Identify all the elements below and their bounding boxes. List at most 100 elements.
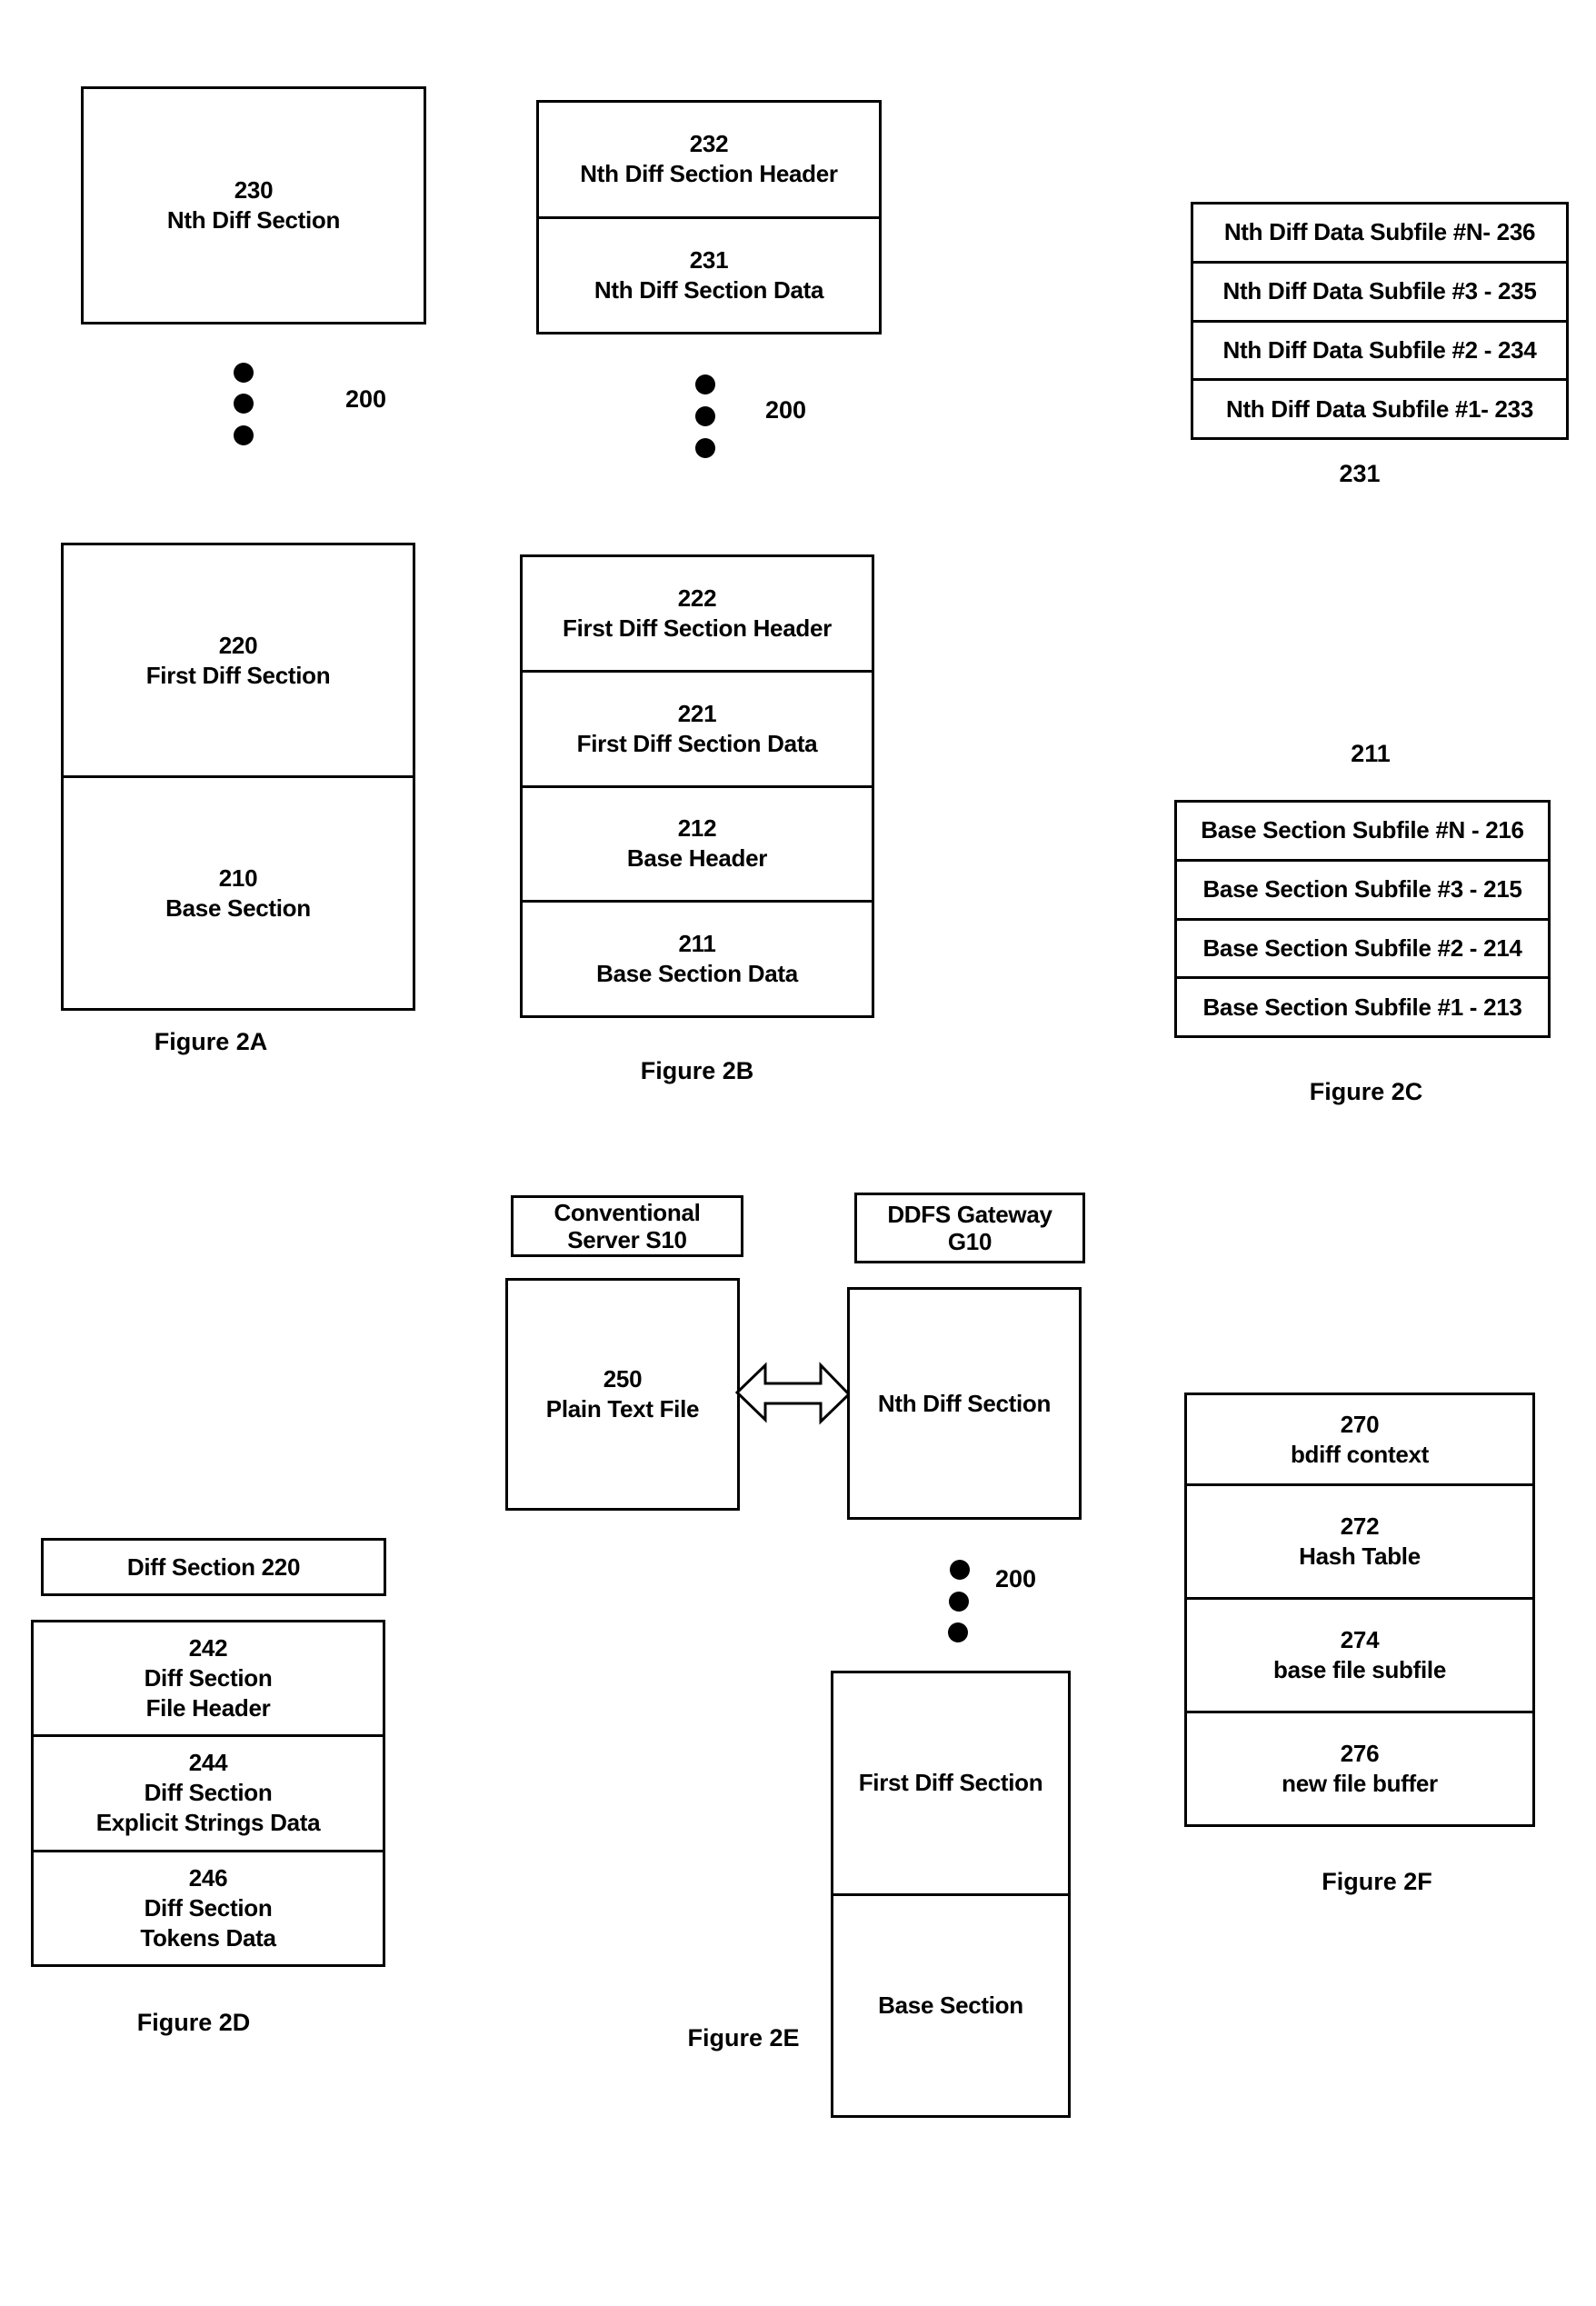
first-diff-section-data-block: 221 First Diff Section Data: [523, 669, 872, 785]
ellipsis-dot-icon: [234, 363, 254, 383]
block-number: 270: [1340, 1410, 1380, 1438]
block-number: 211: [678, 930, 716, 958]
block-label-line: Tokens Data: [140, 1923, 276, 1952]
block-label-line: Diff Section: [144, 1779, 273, 1807]
subfile-label: Nth Diff Data Subfile #2 - 234: [1222, 335, 1537, 364]
block-number: 222: [677, 584, 717, 612]
nth-diff-section-block: 230 Nth Diff Section: [81, 86, 426, 324]
subfile-row: Nth Diff Data Subfile #1- 233: [1193, 378, 1566, 437]
base-subfiles-reference-label: 211: [1351, 740, 1391, 767]
block-number: 210: [218, 864, 258, 892]
ellipsis-dot-icon: [695, 406, 715, 426]
subfile-row: Base Section Subfile #2 - 214: [1177, 917, 1548, 977]
block-label: Nth Diff Section Header: [580, 160, 838, 188]
nth-subfile-stack: Nth Diff Data Subfile #N- 236 Nth Diff D…: [1191, 202, 1569, 440]
plain-text-file-block: 250 Plain Text File: [505, 1278, 740, 1511]
ellipsis-dot-icon: [234, 425, 254, 445]
block-number: 276: [1340, 1740, 1380, 1768]
figure-caption: Figure 2D: [136, 2009, 251, 2036]
figure-caption: Figure 2E: [687, 2024, 800, 2051]
section-stack: 222 First Diff Section Header 221 First …: [520, 554, 874, 1018]
ellipsis-dot-icon: [949, 1592, 969, 1612]
block-label: new file buffer: [1282, 1770, 1438, 1798]
double-arrow-icon: [734, 1362, 852, 1425]
block-label: First Diff Section Header: [563, 614, 832, 642]
figure-caption: Figure 2F: [1322, 1868, 1432, 1895]
subfile-label: Nth Diff Data Subfile #N- 236: [1223, 218, 1536, 246]
figure-caption: Figure 2B: [640, 1057, 754, 1084]
block-label-line: Diff Section: [144, 1664, 273, 1692]
label-line: Server S10: [567, 1226, 687, 1253]
ellipsis-reference-label: 200: [765, 396, 807, 424]
diff-section-stack: 242 Diff Section File Header 244 Diff Se…: [31, 1620, 385, 1967]
ellipsis-dot-icon: [234, 394, 254, 414]
block-number: 220: [218, 631, 258, 659]
block-label: First Diff Section: [145, 661, 331, 689]
tokens-data-block: 246 Diff Section Tokens Data: [34, 1849, 383, 1964]
block-label: Hash Table: [1299, 1542, 1421, 1571]
block-number: 221: [677, 699, 717, 727]
block-number: 274: [1340, 1626, 1380, 1654]
ellipsis-dot-icon: [950, 1560, 970, 1580]
block-number: 232: [689, 130, 729, 158]
block-label: Nth Diff Section: [166, 206, 341, 234]
subfile-label: Nth Diff Data Subfile #3 - 235: [1222, 277, 1537, 305]
subfile-row: Nth Diff Data Subfile #3 - 235: [1193, 260, 1566, 320]
block-label: Base Header: [626, 844, 768, 873]
ellipsis-dot-icon: [695, 438, 715, 458]
nth-diff-section-block: Nth Diff Section: [847, 1287, 1082, 1520]
ellipsis-dot-icon: [948, 1622, 968, 1642]
block-label: Nth Diff Section: [877, 1389, 1052, 1417]
block-label: Base Section: [878, 1991, 1023, 2019]
block-label-line: Explicit Strings Data: [95, 1809, 321, 1837]
label-line: DDFS Gateway: [887, 1201, 1052, 1228]
block-label: Base Section: [165, 893, 311, 922]
bdiff-context-block: 270 bdiff context: [1187, 1395, 1532, 1483]
block-number: 244: [188, 1749, 228, 1777]
section-stack: First Diff Section Base Section: [831, 1671, 1071, 2118]
subfile-row: Nth Diff Data Subfile #N- 236: [1193, 205, 1566, 261]
base-header-block: 212 Base Header: [523, 784, 872, 901]
subfile-row: Base Section Subfile #N - 216: [1177, 803, 1548, 859]
figure-caption: Figure 2A: [154, 1028, 268, 1055]
block-number: 212: [677, 814, 717, 843]
base-subfile-stack: Base Section Subfile #N - 216 Base Secti…: [1174, 800, 1551, 1038]
nth-diff-section-data-block: 231 Nth Diff Section Data: [539, 215, 879, 333]
subfile-label: Base Section Subfile #N - 216: [1201, 816, 1524, 844]
ellipsis-dot-icon: [695, 374, 715, 394]
diff-section-title-box: Diff Section 220: [41, 1538, 386, 1596]
first-diff-section-header-block: 222 First Diff Section Header: [523, 557, 872, 670]
block-label: Base Section Data: [596, 960, 798, 988]
block-label-line: Diff Section: [144, 1893, 273, 1922]
ellipsis-reference-label: 200: [345, 385, 387, 413]
block-label: First Diff Section: [858, 1769, 1043, 1797]
figure-caption: Figure 2C: [1309, 1078, 1423, 1105]
block-label: bdiff context: [1290, 1440, 1430, 1468]
block-number: 272: [1340, 1512, 1380, 1541]
section-stack: 220 First Diff Section 210 Base Section: [61, 543, 415, 1011]
subfile-row: Nth Diff Data Subfile #2 - 234: [1193, 319, 1566, 379]
base-file-subfile-block: 274 base file subfile: [1187, 1597, 1532, 1711]
block-number: 230: [234, 176, 274, 204]
block-number: 250: [603, 1365, 643, 1393]
base-section-block: 210 Base Section: [64, 775, 413, 1008]
explicit-strings-data-block: 244 Diff Section Explicit Strings Data: [34, 1734, 383, 1849]
block-number: 231: [689, 245, 729, 274]
first-diff-section-block: 220 First Diff Section: [64, 545, 413, 775]
hash-table-block: 272 Hash Table: [1187, 1483, 1532, 1597]
block-label: First Diff Section Data: [576, 729, 818, 757]
double-arrow-shape: [734, 1362, 852, 1425]
block-label: base file subfile: [1273, 1656, 1446, 1684]
block-label: Plain Text File: [545, 1395, 700, 1423]
subfile-label: Nth Diff Data Subfile #1- 233: [1225, 394, 1534, 423]
block-label: Nth Diff Section Data: [594, 275, 824, 304]
subfile-label: Base Section Subfile #1 - 213: [1202, 993, 1522, 1021]
label-line: Conventional: [554, 1199, 701, 1226]
base-section-data-block: 211 Base Section Data: [523, 900, 872, 1015]
ddfs-gateway-label-box: DDFS Gateway G10: [854, 1193, 1085, 1263]
nth-subfiles-reference-label: 231: [1339, 460, 1381, 487]
nth-diff-section-header-block: 232 Nth Diff Section Header: [539, 103, 879, 216]
ellipsis-reference-label: 200: [995, 1565, 1037, 1592]
file-header-block: 242 Diff Section File Header: [34, 1622, 383, 1734]
block-label-line: File Header: [145, 1694, 271, 1722]
